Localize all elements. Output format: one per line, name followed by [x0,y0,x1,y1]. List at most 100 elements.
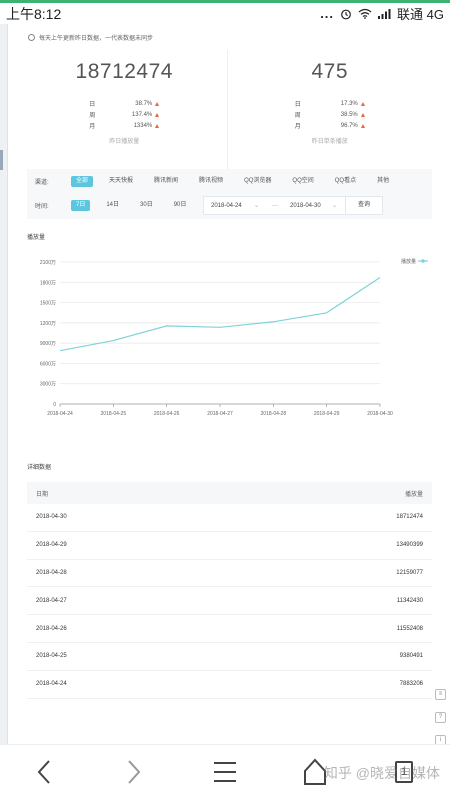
channel-filter-row: 渠道: 全部 天天快报 腾讯新闻 腾讯视频 QQ浏览器 QQ空间 QQ看点 其他 [35,176,405,187]
channel-chip[interactable]: 腾讯视频 [194,176,228,187]
y-tick-label: 3000万 [40,382,56,388]
series-line [59,276,381,352]
y-tick-label: 1500万 [40,301,56,307]
channel-chip-all[interactable]: 全部 [71,176,94,187]
channel-chip[interactable]: QQ空间 [287,176,318,187]
stat-row-value: 1334% [133,122,153,129]
table-row: 2018-04-29 13490399 [27,532,432,560]
time-filter-row: 时间: 7日 14日 30日 90日 年 [35,200,229,211]
x-tick-label: 2018-04-28 [261,411,287,417]
cell-date: 2018-04-24 [36,681,67,688]
up-triangle-icon [155,123,160,128]
channel-chip[interactable]: QQ浏览器 [239,176,276,187]
cell-plays: 12159077 [396,569,423,576]
query-button[interactable]: 查询 [345,196,383,215]
stat-row-label: 日 [294,102,301,108]
channel-chip[interactable]: 其他 [372,176,394,187]
stat-value: 18712474 [75,60,173,83]
chevron-down-icon: ⌄ [254,203,260,209]
info-icon[interactable]: i [435,735,446,744]
x-tick-label: 2018-04-26 [154,411,180,417]
overflow-dots: ... [320,6,335,21]
filter-panel: 渠道: 全部 天天快报 腾讯新闻 腾讯视频 QQ浏览器 QQ空间 QQ看点 其他… [27,169,432,219]
browser-nav-bar: 1 知乎 @晓爱自媒体 [0,744,450,800]
chart-section-title: 播放量 [27,235,46,241]
channel-label: 渠道: [35,180,49,186]
forward-arrow-icon[interactable] [124,757,144,787]
stat-row-week: 周 38.5% [295,109,365,120]
stat-caption: 昨日单条播放 [311,139,348,145]
left-rail-marker [0,150,3,170]
date-start[interactable]: 2018-04-24 [211,203,242,209]
y-tick-label: 0 [53,402,56,408]
menu-icon[interactable] [212,757,238,787]
stat-row-value: 137.4% [131,111,153,118]
x-tick-label: 2018-04-29 [314,411,340,417]
channel-chip[interactable]: 腾讯新闻 [149,176,183,187]
col-plays-header: 播放量 [404,491,423,498]
stat-row-value: 38.5% [340,111,358,118]
table-header: 日期 播放量 [27,482,432,504]
update-notice: 每天上午更新昨日数据，一代表数据未同步 [28,33,153,42]
col-date-header: 日期 [36,491,49,498]
stat-row-month: 月 1334% [89,120,160,131]
chevron-down-icon: ⌄ [332,203,338,209]
date-end[interactable]: 2018-04-30 [290,203,321,209]
cell-date: 2018-04-30 [36,514,67,521]
up-triangle-icon [155,101,160,106]
stat-row-week: 周 137.4% [89,109,160,120]
status-time: 上午8:12 [6,5,62,22]
period-chip[interactable]: 30日 [135,200,158,211]
y-tick-label: 1800万 [40,280,56,286]
cell-plays: 7883206 [399,681,423,688]
stat-row-label: 月 [89,124,96,130]
cell-plays: 11552408 [396,625,423,632]
stat-caption: 昨日播放量 [109,139,140,145]
period-chip-7d[interactable]: 7日 [71,200,91,211]
table-row: 2018-04-26 11552408 [27,615,432,643]
cell-plays: 18712474 [396,514,423,521]
stat-row-value: 17.3% [340,100,358,107]
channel-chip[interactable]: QQ看点 [330,176,361,187]
stat-row-value: 38.7% [135,100,153,107]
table-section-title: 详细数据 [27,465,52,471]
play-count-chart: 0 3000万 6000万 9000万 1200万 1500万 1800万 2100万 2018… [40,258,428,417]
stat-row-label: 月 [294,124,301,130]
table-row: 2018-04-24 7883206 [27,671,432,699]
feedback-icon[interactable]: ≡ [435,689,446,700]
cell-date: 2018-04-25 [36,653,67,660]
stat-row-month: 月 96.7% [295,120,365,131]
left-rail [0,24,8,744]
stat-row-value: 96.7% [340,122,358,129]
cell-plays: 13490399 [396,542,423,549]
stat-total-plays: 18712474 日 38.7% 周 137.4% 月 1334% 昨日播放量 [22,50,227,178]
stat-value: 475 [311,60,349,83]
x-tick-label: 2018-04-25 [101,411,127,417]
period-chip[interactable]: 90日 [169,200,192,211]
y-tick-label: 9000万 [40,341,56,347]
floating-tools: ≡ ? i [435,689,448,744]
cell-date: 2018-04-28 [36,569,67,576]
stats-summary: 18712474 日 38.7% 周 137.4% 月 1334% 昨日播放量 475… [22,50,432,178]
x-tick-label: 2018-04-24 [47,411,73,417]
period-chip[interactable]: 14日 [101,200,124,211]
up-triangle-icon [360,101,365,106]
carrier-label: 联通 4G [397,7,444,22]
y-tick-label: 1200万 [40,321,56,327]
up-triangle-icon [360,112,365,117]
y-tick-label: 6000万 [40,361,56,367]
cell-date: 2018-04-26 [36,625,67,632]
clock-icon [28,34,35,41]
stat-single-plays: 475 日 17.3% 周 38.5% 月 96.7% 昨日单条播放 [226,50,433,178]
update-notice-text: 每天上午更新昨日数据，一代表数据未同步 [39,36,154,42]
stat-row-day: 日 38.7% [89,98,160,109]
cell-date: 2018-04-27 [36,597,67,604]
table-row: 2018-04-25 9380491 [27,643,432,671]
help-icon[interactable]: ? [435,712,446,723]
back-arrow-icon[interactable] [34,757,54,787]
watermark: 知乎 @晓爱自媒体 [323,765,440,781]
channel-chip[interactable]: 天天快报 [104,176,138,187]
table-row: 2018-04-28 12159077 [27,560,432,588]
detail-table: 日期 播放量 2018-04-30 18712474 2018-04-29 1349… [27,482,432,699]
stat-row-label: 日 [89,102,96,108]
